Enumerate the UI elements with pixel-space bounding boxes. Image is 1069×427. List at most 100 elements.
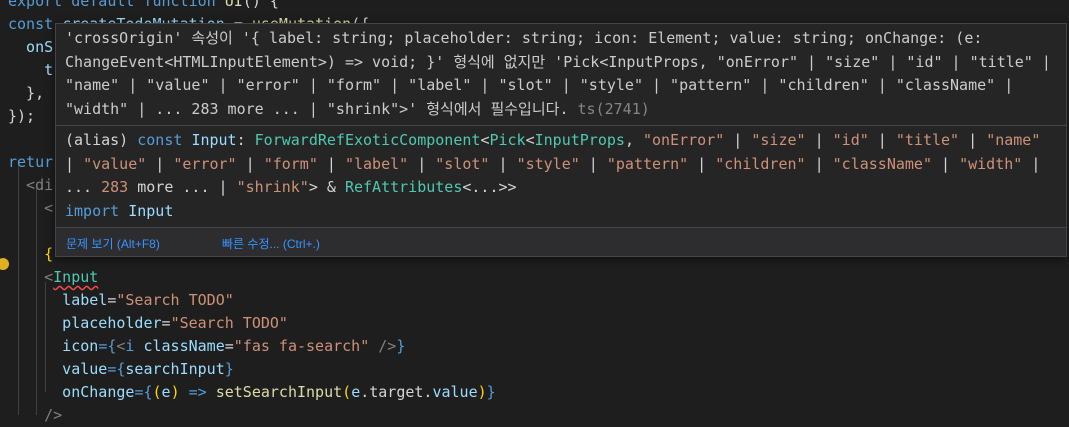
- code-token: }: [224, 360, 234, 378]
- code-token: "Search TODO": [170, 314, 288, 332]
- code-token: |: [959, 131, 987, 149]
- code-line: t: [8, 59, 53, 82]
- code-line: <di: [8, 174, 53, 197]
- code-token: RefAttributes: [344, 178, 463, 196]
- code-token: more ... |: [128, 178, 237, 196]
- code-token: InputProps: [534, 131, 625, 149]
- code-token: =: [161, 314, 171, 332]
- code-token: e: [351, 383, 361, 401]
- code-token: export default function: [8, 0, 225, 10]
- code-token: 283: [101, 178, 129, 196]
- code-token: const: [137, 131, 192, 149]
- code-token: placeholder: [8, 314, 162, 332]
- code-token: =: [224, 337, 234, 355]
- code-token: "name": [986, 131, 1041, 149]
- code-token: |: [579, 154, 607, 173]
- quick-fix-link[interactable]: 빠른 수정... (Ctrl+.): [222, 235, 320, 252]
- error-message: 'crossOrigin' 속성이 '{ label: string; plac…: [65, 29, 1051, 118]
- code-line: value={searchInput}: [8, 358, 234, 381]
- view-problem-link[interactable]: 문제 보기 (Alt+F8): [66, 235, 160, 252]
- code-token: label: [8, 291, 108, 309]
- code-token: value: [432, 383, 478, 401]
- code-token: });: [8, 107, 36, 125]
- code-token: retur: [8, 153, 54, 171]
- code-token: i: [125, 337, 144, 355]
- code-token: {: [8, 245, 54, 263]
- tooltip-status-bar: 문제 보기 (Alt+F8) 빠른 수정... (Ctrl+.): [56, 227, 1066, 256]
- code-token: value: [8, 360, 108, 378]
- code-token: ): [477, 383, 487, 401]
- code-token: <: [8, 199, 54, 217]
- code-token: "style": [516, 154, 580, 173]
- code-token: |: [868, 131, 896, 149]
- code-token: icon: [8, 337, 99, 355]
- code-token: "error": [173, 154, 237, 173]
- code-token: UI: [224, 0, 243, 10]
- code-token: <: [525, 131, 535, 149]
- code-line: retur: [8, 151, 53, 174]
- code-token: > &: [308, 178, 345, 196]
- code-line: icon={<i className="fas fa-search" />}: [8, 335, 405, 358]
- code-token: .target.: [360, 383, 433, 401]
- code-line: />: [8, 404, 62, 427]
- code-token: onChange: [8, 383, 135, 401]
- code-line: onS: [8, 36, 53, 59]
- code-line: {: [8, 243, 53, 266]
- code-token: :: [236, 131, 255, 149]
- code-line: label="Search TODO": [8, 289, 234, 312]
- code-token: <: [8, 268, 54, 286]
- code-token: ={: [107, 360, 126, 378]
- code-token: "pattern": [606, 154, 689, 173]
- code-token: Input: [128, 201, 174, 220]
- code-token: searchInput: [125, 360, 225, 378]
- code-token: },: [8, 84, 45, 102]
- code-token: className: [143, 337, 225, 355]
- type-signature: (alias) const Input: ForwardRefExoticCom…: [65, 129, 1055, 223]
- code-token: e: [161, 383, 171, 401]
- code-token: |: [932, 154, 960, 173]
- import-statement: import Input: [65, 200, 1055, 224]
- code-token: }: [396, 337, 406, 355]
- code-token: |: [688, 154, 716, 173]
- code-token: ={: [98, 337, 117, 355]
- code-token: ,: [624, 131, 643, 149]
- code-token: ={: [134, 383, 153, 401]
- code-token: |: [146, 154, 174, 173]
- code-token: "Search TODO": [116, 291, 234, 309]
- code-token: |: [65, 154, 84, 173]
- tooltip-divider: [56, 125, 1066, 126]
- code-line: <Input: [8, 266, 98, 289]
- code-token: |: [805, 154, 833, 173]
- code-token: "width": [959, 154, 1023, 173]
- code-token: "size": [751, 131, 806, 149]
- code-token: setSearchInput: [215, 383, 343, 401]
- code-token: (: [342, 383, 352, 401]
- code-token: () {: [242, 0, 279, 10]
- code-token: =>: [179, 383, 216, 401]
- code-token: Input: [53, 268, 99, 286]
- code-token: />: [8, 406, 63, 424]
- code-token: ForwardRefExoticComponent: [254, 131, 481, 149]
- code-token: |: [317, 154, 345, 173]
- code-token: import: [65, 201, 129, 220]
- code-token: t: [8, 61, 54, 79]
- code-line: placeholder="Search TODO": [8, 312, 288, 335]
- code-token: Pick: [489, 131, 526, 149]
- code-token: ): [170, 383, 180, 401]
- code-token: "label": [344, 154, 409, 173]
- code-token: "className": [832, 154, 932, 173]
- code-token: |: [805, 131, 833, 149]
- code-token: (alias): [65, 131, 138, 149]
- code-token: (: [152, 383, 162, 401]
- code-token: "id": [832, 131, 869, 149]
- code-token: |: [489, 154, 517, 173]
- code-token: }: [486, 383, 496, 401]
- code-token: "slot": [435, 154, 490, 173]
- code-token: "fas fa-search": [233, 337, 370, 355]
- code-token: "children": [715, 154, 806, 173]
- code-line: <: [8, 197, 53, 220]
- code-line: onChange={(e) => setSearchInput(e.target…: [8, 381, 496, 404]
- code-token: |: [236, 154, 264, 173]
- code-line: },: [8, 82, 44, 105]
- code-token: |: [724, 131, 752, 149]
